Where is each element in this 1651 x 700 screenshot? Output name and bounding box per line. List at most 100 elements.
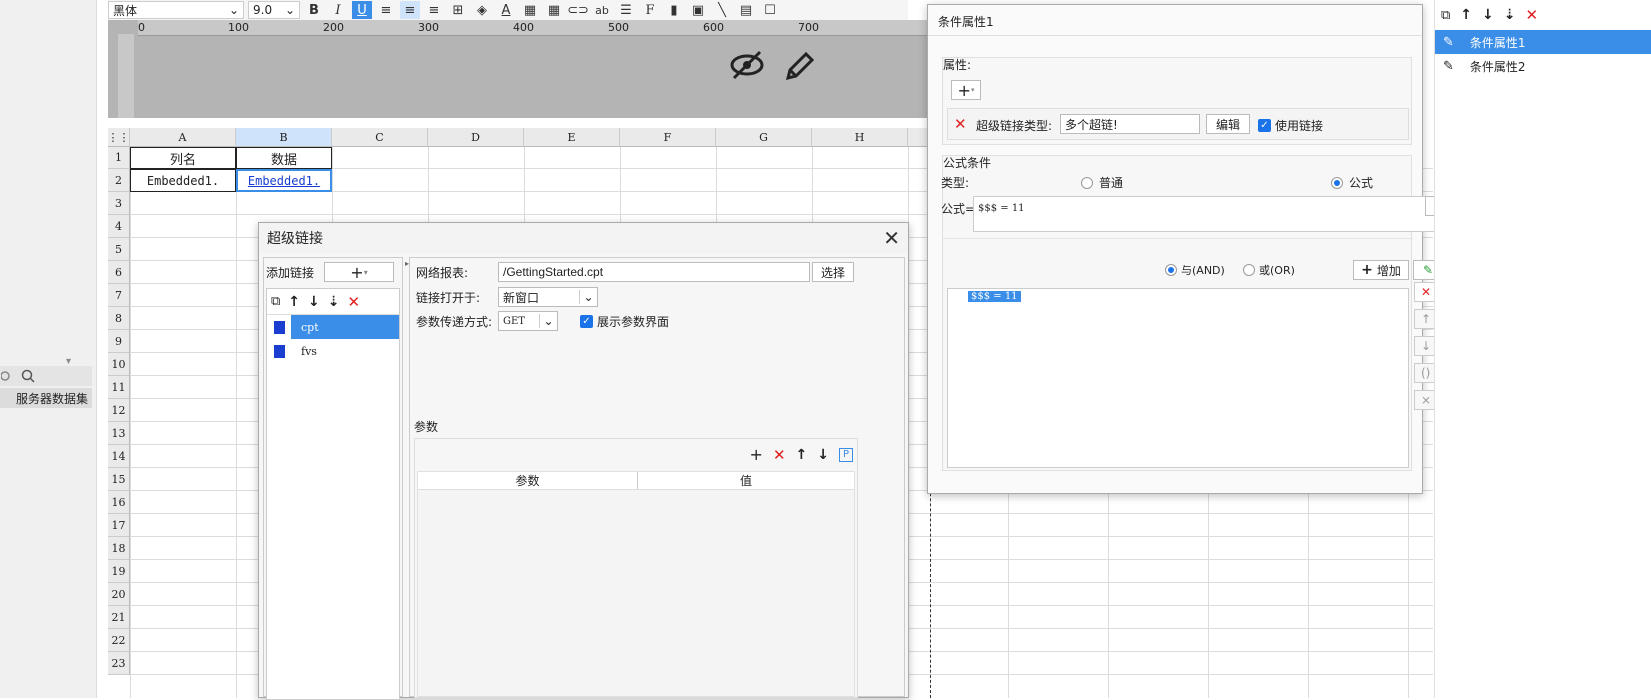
delete-icon[interactable]: ✕ [348,293,361,311]
row-header[interactable]: 18 [108,537,130,560]
row-header[interactable]: 8 [108,307,130,330]
condition-item-2[interactable]: ✎ 条件属性2 [1435,54,1651,78]
delete-icon[interactable]: ✕ [773,446,786,464]
add-condition-button[interactable]: + 增加 [1353,260,1409,280]
underline-icon[interactable]: U [352,1,372,19]
formula-input[interactable]: $$$ = 11 [973,196,1435,232]
column-header[interactable]: A [130,128,236,147]
paragraph-icon[interactable]: ☰ [616,1,636,19]
arrow-down-icon[interactable]: ↓ [308,294,320,310]
open-in-select[interactable]: 新窗口 ⌄ [498,287,598,307]
column-header[interactable]: F [620,128,716,147]
align-right-icon[interactable]: ≡ [424,1,444,19]
row-header[interactable]: 1 [108,147,130,169]
link-icon[interactable]: ⊂⊃ [567,1,589,19]
arrow-down-icon[interactable]: ↓ [1482,7,1494,23]
collapse-arrow-icon[interactable]: ▾ [66,356,76,367]
row-header[interactable]: 6 [108,261,130,284]
row-header[interactable]: 12 [108,399,130,422]
merge-icon[interactable]: ▦ [520,1,540,19]
close-icon[interactable]: ✕ [883,226,900,250]
condition-item-1[interactable]: ✎ 条件属性1 [1435,30,1651,54]
param-p-icon[interactable]: P [839,447,853,462]
column-header[interactable]: D [428,128,524,147]
search-icon[interactable] [20,368,36,384]
row-header[interactable]: 13 [108,422,130,445]
plus-icon[interactable]: + [750,445,763,464]
bold-icon[interactable]: B [304,1,324,19]
sub-report-icon[interactable]: ▤ [736,1,756,19]
use-link-checkbox[interactable]: ✓ 使用链接 [1258,117,1323,134]
row-header[interactable]: 15 [108,468,130,491]
row-header[interactable]: 7 [108,284,130,307]
server-dataset-item[interactable]: 服务器数据集 [0,388,92,408]
type-normal-radio[interactable]: 普通 [1081,174,1123,191]
row-header[interactable]: 23 [108,652,130,675]
condition-item[interactable]: $$$ = 11 [968,291,1021,302]
column-header[interactable]: B [236,128,332,147]
font-name-select[interactable]: 黑体 ⌄ [108,1,244,19]
row-header[interactable]: 2 [108,169,130,192]
copy-icon[interactable]: ⧉ [271,294,280,309]
select-button[interactable]: 选择 [812,262,854,282]
edit-button[interactable]: 编辑 [1206,114,1250,134]
column-header[interactable]: G [716,128,812,147]
row-header[interactable]: 3 [108,192,130,215]
and-radio[interactable]: 与(AND) [1165,262,1225,278]
image-icon[interactable]: ▣ [688,1,708,19]
formula-icon[interactable]: F [640,1,660,19]
text-icon[interactable]: ab [592,1,612,19]
web-report-input[interactable]: /GettingStarted.cpt [498,262,810,282]
slash-icon[interactable]: ╲ [712,1,732,19]
add-attribute-button[interactable]: + ▾ [951,80,981,100]
delete-icon[interactable]: ✕ [1526,6,1539,24]
column-header[interactable]: C [332,128,428,147]
pencil-icon[interactable] [784,50,816,85]
font-size-select[interactable]: 9.0 ⌄ [248,1,300,19]
row-header[interactable]: 22 [108,629,130,652]
row-header[interactable]: 4 [108,215,130,238]
row-header[interactable]: 10 [108,353,130,376]
italic-icon[interactable]: I [328,1,348,19]
cell-b2[interactable]: Embedded1. [236,169,332,192]
eye-slash-icon[interactable] [730,50,764,83]
hyperlink-type-field[interactable]: 多个超链! [1060,114,1200,134]
arrow-up-icon[interactable]: ↑ [288,294,300,310]
row-header[interactable]: 5 [108,238,130,261]
row-header[interactable]: 19 [108,560,130,583]
link-item-cpt[interactable]: cpt [267,315,399,339]
add-link-dropdown[interactable]: + ▾ [324,262,395,282]
show-param-checkbox[interactable]: ✓ 展示参数界面 [580,313,669,330]
row-header[interactable]: 16 [108,491,130,514]
param-method-select[interactable]: GET ⌄ [498,311,558,331]
frame-icon[interactable]: ☐ [760,1,780,19]
font-color-icon[interactable]: A [496,1,516,19]
cell-a1[interactable]: 列名 [130,147,236,169]
copy-icon[interactable]: ⧉ [1441,8,1450,23]
link-item-fvs[interactable]: fvs [267,339,399,363]
arrow-down-icon[interactable]: ↓ [817,447,829,463]
row-header[interactable]: 9 [108,330,130,353]
refresh-icon[interactable] [0,369,12,383]
border-icon[interactable]: ⊞ [448,1,468,19]
row-header[interactable]: 17 [108,514,130,537]
fill-color-icon[interactable]: ◈ [472,1,492,19]
grid-corner[interactable]: ⋮⋮ [108,128,130,147]
row-header[interactable]: 11 [108,376,130,399]
arrow-up-icon[interactable]: ↑ [1460,7,1472,23]
delete-icon[interactable]: ✕ [954,115,967,133]
column-header[interactable]: H [812,128,908,147]
cell-a2[interactable]: Embedded1. [130,169,236,192]
row-header[interactable]: 14 [108,445,130,468]
sort-icon[interactable]: ⇣ [328,294,340,310]
or-radio[interactable]: 或(OR) [1243,262,1295,278]
align-center-icon[interactable]: ≡ [400,1,420,19]
column-header[interactable]: E [524,128,620,147]
arrow-up-icon[interactable]: ↑ [796,447,808,463]
sort-icon[interactable]: ⇣ [1504,7,1516,23]
unmerge-icon[interactable]: ▦ [544,1,564,19]
type-formula-radio[interactable]: 公式 [1331,174,1373,191]
cell-b1[interactable]: 数据 [236,147,332,169]
align-left-icon[interactable]: ≡ [376,1,396,19]
chart-icon[interactable]: ▮ [664,1,684,19]
